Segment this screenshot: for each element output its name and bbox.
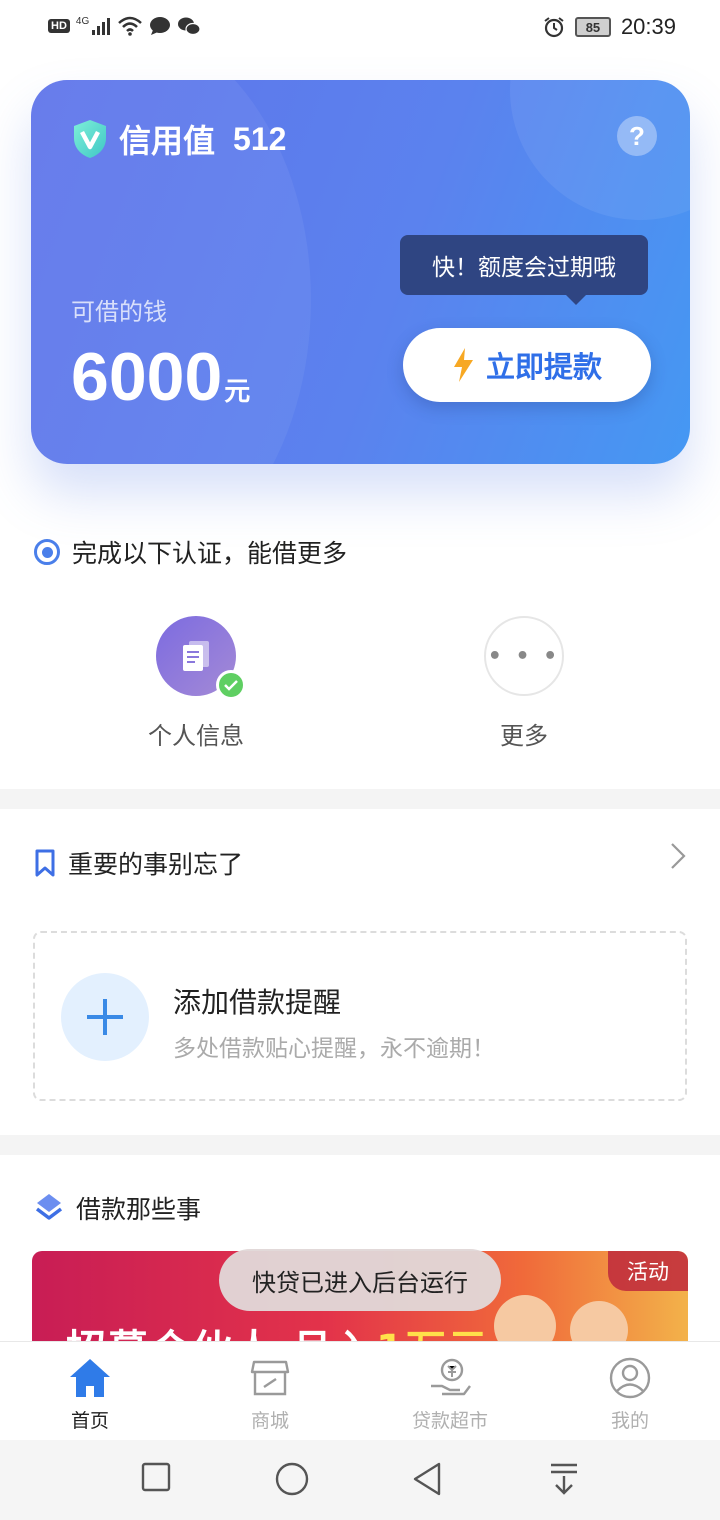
add-reminder-subtitle: 多处借款贴心提醒，永不逾期！ [173,1036,495,1062]
check-icon [216,670,246,700]
layers-icon [35,1194,63,1220]
borrow-label: 可借的钱 [71,298,167,326]
credit-score-row: 信用值 512 [71,116,286,162]
tab-home[interactable]: 首页 [0,1342,180,1439]
status-bar: HD 4G 85 20:39 [0,0,720,56]
battery-indicator: 85 [574,17,611,37]
amount-unit: 元 [224,377,251,407]
document-icon [183,641,209,671]
verify-item-label: 更多 [500,722,548,750]
status-right: 85 20:39 [543,14,676,40]
target-icon [34,539,60,565]
tab-profile[interactable]: 我的 [540,1342,720,1439]
chevron-right-icon[interactable] [668,842,688,870]
more-dots-icon: • • • [484,616,564,696]
status-left: HD 4G [48,16,201,36]
verification-title: 完成以下认证，能借更多 [34,534,347,570]
verify-item-personal-info[interactable]: 个人信息 [136,616,256,751]
credit-label: 信用值 [119,122,216,160]
wifi-icon [118,16,143,36]
section-divider [0,789,720,809]
credit-score: 512 [233,120,287,157]
notification-pull-button[interactable] [549,1462,579,1496]
tab-label: 首页 [70,1410,109,1432]
help-icon[interactable]: ? [617,116,657,156]
tab-label: 商城 [250,1410,289,1432]
profile-icon [609,1357,651,1399]
add-reminder-title: 添加借款提醒 [173,986,342,1019]
verify-item-label: 个人信息 [148,722,244,750]
banner-illustration [570,1301,628,1341]
withdraw-button[interactable]: 立即提款 [403,328,651,402]
borrow-amount: 6000 [71,339,223,415]
signal-icon [92,18,111,35]
plus-icon [61,973,149,1061]
verification-title-text: 完成以下认证，能借更多 [72,539,348,568]
add-reminder-card[interactable]: 添加借款提醒 多处借款贴心提醒，永不逾期！ [33,931,687,1101]
expiry-tooltip: 快！额度会过期哦 [400,235,648,305]
card-decoration [510,80,690,220]
tab-label: 贷款超市 [411,1410,488,1432]
activity-tag: 活动 [608,1251,688,1291]
tab-label: 我的 [610,1410,649,1432]
loan-market-icon [431,1358,471,1396]
reminder-title: 重要的事别忘了 [34,845,243,881]
system-nav-bar [0,1440,720,1520]
home-icon [70,1359,110,1397]
withdraw-label: 立即提款 [485,350,602,384]
reminder-title-text: 重要的事别忘了 [68,850,244,879]
hd-badge: HD [48,19,70,33]
network-type: 4G [75,15,90,27]
toast-message: 快贷已进入后台运行 [219,1249,501,1311]
loan-stuff-title-text: 借款那些事 [76,1195,202,1224]
lightning-icon [453,348,473,382]
shield-v-icon [74,120,106,158]
personal-info-circle [156,616,246,700]
tab-shop[interactable]: 商城 [180,1342,360,1439]
bookmark-icon [35,849,55,877]
section-divider [0,1135,720,1155]
message-icon [150,17,171,35]
amount-row: 6000 元 [71,338,250,416]
recents-button[interactable] [141,1462,171,1492]
clock: 20:39 [620,14,676,39]
credit-card: 信用值 512 ? 可借的钱 6000 元 快！额度会过期哦 立即提款 [31,80,690,464]
alarm-icon [544,17,564,38]
back-button[interactable] [412,1462,442,1496]
verify-item-more[interactable]: • • • 更多 [464,616,584,751]
shop-icon [250,1360,290,1396]
loan-stuff-title: 借款那些事 [34,1190,201,1226]
wechat-icon [178,17,201,36]
banner-illustration [494,1295,556,1341]
home-button[interactable] [275,1462,309,1496]
bottom-tab-bar: 首页 商城 贷款超市 我的 [0,1341,720,1439]
tab-loan-market[interactable]: 贷款超市 [360,1342,540,1439]
banner-text: 招募合伙人 月入1万元 [66,1317,490,1341]
